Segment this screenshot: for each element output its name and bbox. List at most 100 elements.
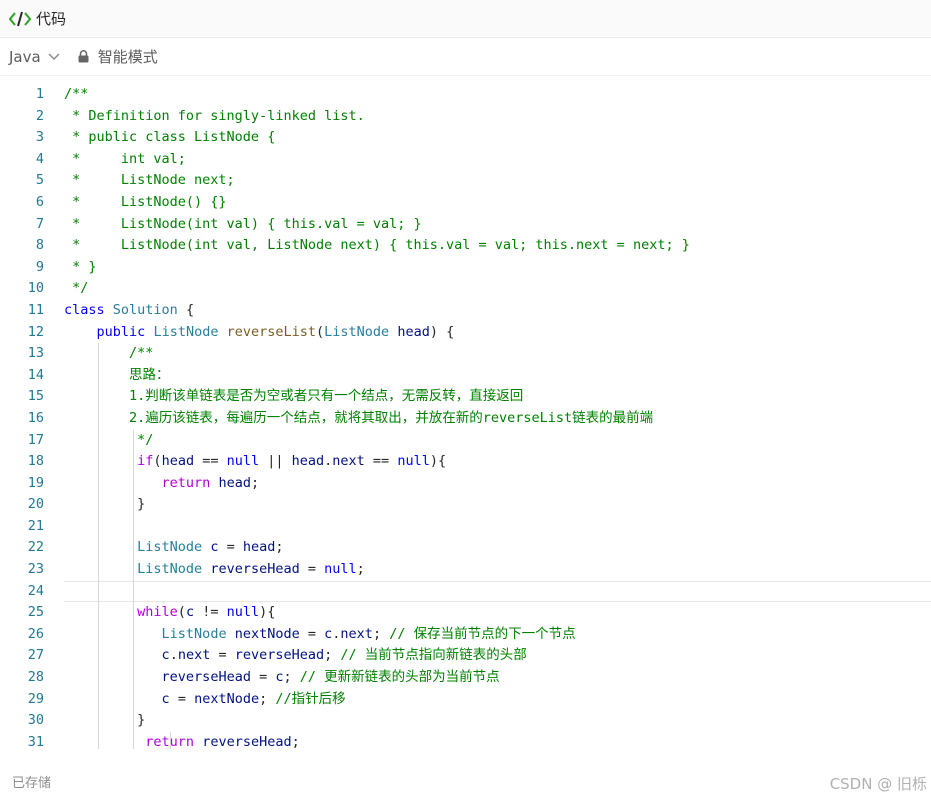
code-text: * ListNode(int val, ListNode next) { thi… — [64, 237, 690, 254]
code-text: return head; — [161, 474, 260, 491]
line-number: 6 — [35, 193, 44, 210]
line-number: 23 — [27, 561, 44, 578]
line-number: 31 — [27, 733, 44, 749]
code-line[interactable]: 6 * ListNode() {} — [0, 192, 931, 214]
code-line[interactable]: 11 class Solution { — [0, 300, 931, 322]
line-number: 27 — [27, 647, 44, 664]
indent-guide — [133, 580, 134, 603]
code-text: return reverseHead; — [145, 733, 300, 749]
line-number: 9 — [35, 258, 44, 275]
lock-icon — [78, 50, 90, 64]
code-text: reverseHead = c; // 更新新链表的头部为当前节点 — [161, 669, 500, 686]
code-line[interactable]: 21 — [0, 515, 931, 538]
code-line[interactable]: 12 public ListNode reverseList(ListNode … — [0, 322, 931, 344]
line-number: 15 — [27, 388, 44, 405]
line-number: 18 — [27, 453, 44, 470]
code-text: ListNode c = head; — [137, 539, 284, 556]
code-icon — [9, 10, 33, 28]
code-line[interactable]: 17 */ — [0, 429, 931, 452]
line-number: 22 — [27, 539, 44, 556]
code-panel-header: 代码 — [0, 0, 931, 38]
line-number: 14 — [27, 366, 44, 383]
line-number: 7 — [35, 215, 44, 232]
indent-guide — [133, 515, 134, 538]
code-line[interactable]: 3 * public class ListNode { — [0, 127, 931, 149]
code-text: /** — [64, 345, 154, 362]
line-number: 19 — [27, 474, 44, 491]
code-text: } — [64, 496, 146, 513]
code-text: } — [64, 712, 146, 729]
line-number: 13 — [27, 345, 44, 362]
code-line[interactable]: 9 * } — [0, 257, 931, 279]
editor-toolbar: Java 智能模式 — [0, 38, 931, 76]
watermark: CSDN @ 旧栎 — [829, 775, 927, 793]
code-text: c.next = reverseHead; // 当前节点指向新链表的头部 — [161, 647, 527, 664]
code-line[interactable]: 7 * ListNode(int val) { this.val = val; … — [0, 214, 931, 236]
code-editor[interactable]: 1 /** 2 * Definition for singly-linked lis… — [0, 84, 931, 749]
line-number: 30 — [27, 712, 44, 729]
code-text: * ListNode(int val) { this.val = val; } — [64, 215, 422, 232]
save-status: 已存储 — [12, 776, 52, 791]
code-line[interactable]: 26 ListNode nextNode = c.next; // 保存当前节点… — [0, 623, 931, 646]
code-text: * ListNode() {} — [64, 193, 227, 210]
code-text: 1.判断该单链表是否为空或者只有一个结点，无需反转，直接返回 — [64, 388, 524, 405]
line-number: 29 — [27, 690, 44, 707]
code-text: * ListNode next; — [64, 172, 235, 189]
code-text: */ — [64, 280, 89, 297]
panel-title: 代码 — [36, 10, 67, 28]
line-number: 11 — [27, 301, 44, 318]
line-number: 1 — [35, 86, 44, 102]
code-line[interactable]: 16 2.遍历该链表，每遍历一个结点，就将其取出，并放在新的reverseLis… — [0, 407, 931, 430]
code-text: * public class ListNode { — [64, 129, 276, 146]
indent-guide — [98, 515, 99, 538]
code-text: /** — [64, 86, 89, 102]
line-number: 8 — [35, 237, 44, 254]
line-number: 20 — [27, 496, 44, 513]
line-number: 16 — [27, 409, 44, 426]
code-text: 2.遍历该链表，每遍历一个结点，就将其取出，并放在新的reverseList链表… — [64, 409, 654, 426]
code-text: public ListNode reverseList(ListNode hea… — [96, 323, 455, 340]
line-number: 26 — [27, 625, 44, 642]
code-line[interactable]: 28 reverseHead = c; // 更新新链表的头部为当前节点 — [0, 667, 931, 689]
code-line[interactable]: 10 */ — [0, 278, 931, 300]
code-line[interactable]: 15 1.判断该单链表是否为空或者只有一个结点，无需反转，直接返回 — [0, 386, 931, 408]
code-text: if(head == null || head.next == null){ — [137, 453, 447, 470]
code-text: */ — [64, 431, 154, 448]
indent-guide — [98, 580, 99, 603]
code-line[interactable]: 29 c = nextNode; //指针后移 — [0, 688, 931, 711]
code-line[interactable]: 14 思路： — [0, 364, 931, 387]
language-select[interactable]: Java — [9, 48, 60, 66]
mode-label: 智能模式 — [97, 48, 158, 66]
code-line[interactable]: 19 return head; — [0, 472, 931, 495]
line-number: 12 — [27, 323, 44, 340]
code-text: class Solution { — [64, 301, 195, 318]
code-line[interactable]: 13 /** — [0, 343, 931, 365]
line-number: 4 — [35, 150, 44, 167]
line-number: 10 — [27, 280, 44, 297]
smart-mode-indicator[interactable]: 智能模式 — [78, 46, 158, 67]
code-line[interactable]: 8 * ListNode(int val, ListNode next) { t… — [0, 235, 931, 257]
code-line[interactable]: 24 — [0, 580, 931, 603]
code-text: * Definition for singly-linked list. — [64, 107, 365, 124]
code-text: while(c != null){ — [137, 604, 276, 621]
line-number: 28 — [27, 669, 44, 686]
code-line[interactable]: 25 while(c != null){ — [0, 602, 931, 624]
code-text: ListNode nextNode = c.next; // 保存当前节点的下一… — [161, 625, 576, 642]
code-line[interactable]: 18 if(head == null || head.next == null)… — [0, 451, 931, 473]
code-line[interactable]: 20 } — [0, 494, 931, 516]
code-line[interactable]: 30 } — [0, 710, 931, 732]
code-text: c = nextNode; //指针后移 — [161, 690, 346, 707]
line-number: 25 — [27, 604, 44, 621]
line-number: 2 — [35, 107, 44, 124]
chevron-down-icon — [48, 51, 60, 63]
code-line[interactable]: 31 return reverseHead; — [0, 731, 931, 749]
code-text: ListNode reverseHead = null; — [137, 561, 365, 578]
code-line[interactable]: 4 * int val; — [0, 149, 931, 171]
code-line[interactable]: 23 ListNode reverseHead = null; — [0, 559, 931, 581]
code-line[interactable]: 22 ListNode c = head; — [0, 537, 931, 560]
line-number: 24 — [27, 582, 44, 599]
code-line[interactable]: 1 /** — [0, 84, 931, 106]
code-line[interactable]: 2 * Definition for singly-linked list. — [0, 106, 931, 128]
code-line[interactable]: 5 * ListNode next; — [0, 170, 931, 192]
code-line[interactable]: 27 c.next = reverseHead; // 当前节点指向新链表的头部 — [0, 645, 931, 668]
